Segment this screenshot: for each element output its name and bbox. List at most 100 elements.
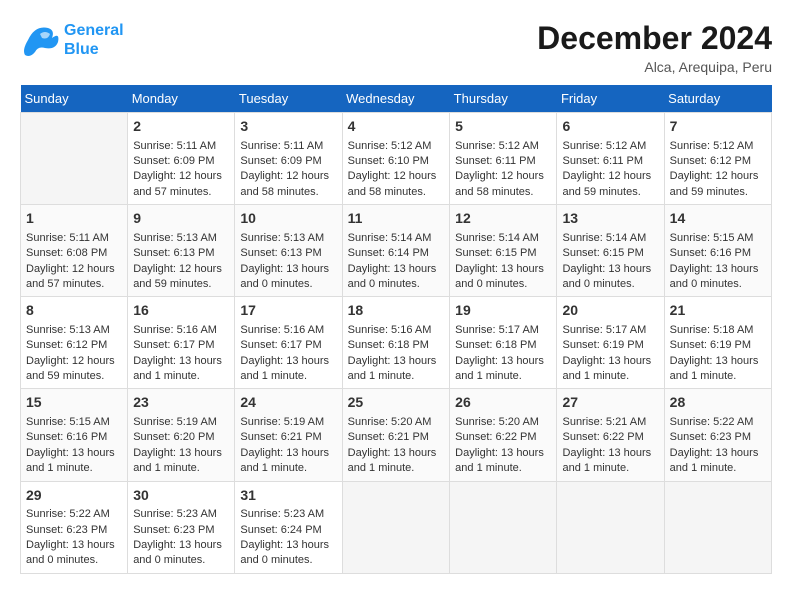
day-number: 4 (348, 117, 445, 137)
calendar-day-21: 21Sunrise: 5:18 AMSunset: 6:19 PMDayligh… (664, 297, 771, 389)
day-info-line: Sunrise: 5:13 AM (240, 231, 336, 246)
day-info-line: Daylight: 13 hours (562, 262, 658, 277)
day-info-line: and 59 minutes. (670, 185, 766, 200)
day-info-line: and 57 minutes. (26, 277, 122, 292)
day-info-line: Daylight: 13 hours (348, 262, 445, 277)
calendar-day-empty (342, 481, 450, 573)
day-info-line: and 58 minutes. (240, 185, 336, 200)
day-info-line: Sunset: 6:15 PM (455, 246, 551, 261)
day-info-line: Daylight: 13 hours (455, 446, 551, 461)
day-info-line: Sunset: 6:19 PM (670, 338, 766, 353)
day-info-line: and 1 minute. (670, 461, 766, 476)
day-info-line: Sunset: 6:22 PM (455, 430, 551, 445)
calendar-week-1: 2Sunrise: 5:11 AMSunset: 6:09 PMDaylight… (21, 113, 772, 205)
calendar-day-29: 29Sunrise: 5:22 AMSunset: 6:23 PMDayligh… (21, 481, 128, 573)
day-info-line: Daylight: 12 hours (240, 169, 336, 184)
calendar-day-23: 23Sunrise: 5:19 AMSunset: 6:20 PMDayligh… (128, 389, 235, 481)
day-info-line: Daylight: 13 hours (562, 446, 658, 461)
day-info-line: and 1 minute. (133, 369, 229, 384)
day-number: 5 (455, 117, 551, 137)
day-number: 12 (455, 209, 551, 229)
logo-text-block: General Blue (64, 21, 124, 59)
day-info-line: Daylight: 12 hours (562, 169, 658, 184)
day-info-line: Sunrise: 5:17 AM (455, 323, 551, 338)
day-info-line: Sunset: 6:11 PM (455, 154, 551, 169)
day-number: 13 (562, 209, 658, 229)
header-friday: Friday (557, 85, 664, 113)
day-info-line: and 1 minute. (240, 369, 336, 384)
day-info-line: Sunset: 6:14 PM (348, 246, 445, 261)
day-info-line: Sunset: 6:16 PM (670, 246, 766, 261)
day-info-line: and 1 minute. (455, 369, 551, 384)
day-info-line: Sunset: 6:23 PM (26, 523, 122, 538)
calendar-table: SundayMondayTuesdayWednesdayThursdayFrid… (20, 85, 772, 574)
day-info-line: Sunset: 6:24 PM (240, 523, 336, 538)
day-info-line: Sunrise: 5:14 AM (455, 231, 551, 246)
calendar-day-empty (557, 481, 664, 573)
day-number: 28 (670, 393, 766, 413)
calendar-day-27: 27Sunrise: 5:21 AMSunset: 6:22 PMDayligh… (557, 389, 664, 481)
header-wednesday: Wednesday (342, 85, 450, 113)
day-info-line: Daylight: 13 hours (26, 538, 122, 553)
day-info-line: Sunset: 6:23 PM (670, 430, 766, 445)
day-info-line: Daylight: 13 hours (133, 538, 229, 553)
day-number: 3 (240, 117, 336, 137)
day-info-line: Sunrise: 5:23 AM (133, 507, 229, 522)
day-info-line: and 0 minutes. (455, 277, 551, 292)
calendar-day-empty (21, 113, 128, 205)
day-info-line: Daylight: 13 hours (348, 446, 445, 461)
calendar-day-26: 26Sunrise: 5:20 AMSunset: 6:22 PMDayligh… (450, 389, 557, 481)
day-info-line: Sunrise: 5:21 AM (562, 415, 658, 430)
day-info-line: and 1 minute. (133, 461, 229, 476)
day-info-line: Sunset: 6:12 PM (26, 338, 122, 353)
day-info-line: Sunset: 6:08 PM (26, 246, 122, 261)
day-info-line: Sunset: 6:11 PM (562, 154, 658, 169)
day-number: 9 (133, 209, 229, 229)
day-info-line: Daylight: 12 hours (26, 262, 122, 277)
day-info-line: Sunrise: 5:15 AM (670, 231, 766, 246)
day-info-line: Daylight: 13 hours (455, 354, 551, 369)
day-info-line: Sunset: 6:18 PM (348, 338, 445, 353)
day-info-line: Daylight: 12 hours (670, 169, 766, 184)
day-info-line: and 1 minute. (26, 461, 122, 476)
day-info-line: and 0 minutes. (133, 553, 229, 568)
day-info-line: and 1 minute. (455, 461, 551, 476)
day-info-line: Daylight: 13 hours (670, 354, 766, 369)
calendar-day-12: 12Sunrise: 5:14 AMSunset: 6:15 PMDayligh… (450, 205, 557, 297)
day-number: 20 (562, 301, 658, 321)
day-info-line: Daylight: 12 hours (455, 169, 551, 184)
day-info-line: Sunrise: 5:17 AM (562, 323, 658, 338)
day-info-line: and 59 minutes. (562, 185, 658, 200)
logo: General Blue (20, 20, 124, 60)
calendar-day-empty (664, 481, 771, 573)
calendar-day-1: 1Sunrise: 5:11 AMSunset: 6:08 PMDaylight… (21, 205, 128, 297)
day-info-line: Sunrise: 5:16 AM (348, 323, 445, 338)
calendar-day-28: 28Sunrise: 5:22 AMSunset: 6:23 PMDayligh… (664, 389, 771, 481)
calendar-day-14: 14Sunrise: 5:15 AMSunset: 6:16 PMDayligh… (664, 205, 771, 297)
calendar-day-18: 18Sunrise: 5:16 AMSunset: 6:18 PMDayligh… (342, 297, 450, 389)
calendar-day-25: 25Sunrise: 5:20 AMSunset: 6:21 PMDayligh… (342, 389, 450, 481)
month-title: December 2024 (537, 20, 772, 57)
calendar-day-19: 19 Sunrise: 5:17 AMSunset: 6:18 PMDayligh… (450, 297, 557, 389)
header-tuesday: Tuesday (235, 85, 342, 113)
day-info-line: Sunset: 6:20 PM (133, 430, 229, 445)
header-saturday: Saturday (664, 85, 771, 113)
calendar-day-2: 2Sunrise: 5:11 AMSunset: 6:09 PMDaylight… (128, 113, 235, 205)
day-info-line: Sunrise: 5:20 AM (455, 415, 551, 430)
day-info-line: and 59 minutes. (26, 369, 122, 384)
day-info-line: Sunset: 6:22 PM (562, 430, 658, 445)
calendar-day-10: 10Sunrise: 5:13 AMSunset: 6:13 PMDayligh… (235, 205, 342, 297)
day-info-line: and 1 minute. (348, 369, 445, 384)
day-info-line: Sunset: 6:18 PM (455, 338, 551, 353)
day-number: 19 (455, 301, 551, 321)
day-info-line: Sunset: 6:13 PM (240, 246, 336, 261)
day-info-line: Sunset: 6:17 PM (240, 338, 336, 353)
calendar-day-8: 8Sunrise: 5:13 AMSunset: 6:12 PMDaylight… (21, 297, 128, 389)
day-number: 14 (670, 209, 766, 229)
day-info-line: Sunrise: 5:12 AM (348, 139, 445, 154)
day-number: 8 (26, 301, 122, 321)
day-info-line: and 1 minute. (348, 461, 445, 476)
day-info-line: Sunset: 6:10 PM (348, 154, 445, 169)
day-number: 6 (562, 117, 658, 137)
calendar-day-20: 20Sunrise: 5:17 AMSunset: 6:19 PMDayligh… (557, 297, 664, 389)
